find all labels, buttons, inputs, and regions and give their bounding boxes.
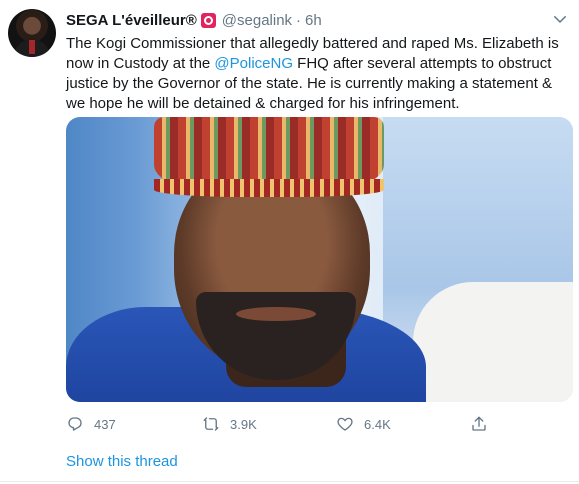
tweet-text-line: now in Custody at the @PoliceNG FHQ afte… <box>66 54 566 74</box>
retweet-button[interactable]: 3.9K <box>202 412 257 436</box>
tweet-photo[interactable] <box>66 117 573 402</box>
photo-mouth <box>236 307 316 321</box>
photo-shirt <box>413 282 573 402</box>
mention-link[interactable]: @PoliceNG <box>214 55 293 72</box>
action-bar: 437 3.9K 6.4K <box>66 412 496 436</box>
share-icon <box>472 416 486 431</box>
reply-icon <box>68 417 82 431</box>
chevron-down-icon[interactable] <box>551 10 569 28</box>
retweet-icon <box>203 417 219 431</box>
timestamp[interactable]: 6h <box>305 12 322 29</box>
siren-icon <box>200 12 216 28</box>
share-button[interactable] <box>470 412 488 436</box>
like-button[interactable]: 6.4K <box>336 412 391 436</box>
avatar[interactable] <box>8 9 56 57</box>
tweet-text-segment: FHQ after several attempts to obstruct <box>293 55 552 72</box>
heart-icon <box>337 417 353 431</box>
reply-button[interactable]: 437 <box>66 412 116 436</box>
reply-count: 437 <box>94 416 116 432</box>
display-name[interactable]: SEGA L'éveilleur® <box>66 12 197 29</box>
tweet-text-line: we hope he will be detained & charged fo… <box>66 95 460 112</box>
tweet-text-line: The Kogi Commissioner that allegedly bat… <box>66 35 559 52</box>
tweet[interactable]: SEGA L'éveilleur® @segalink · 6h The Kog… <box>0 0 579 484</box>
separator-dot: · <box>296 11 302 29</box>
divider <box>0 481 579 482</box>
retweet-count: 3.9K <box>230 416 257 432</box>
like-count: 6.4K <box>364 416 391 432</box>
avatar-tie <box>29 40 35 54</box>
tweet-text-segment: now in Custody at the <box>66 55 215 72</box>
user-handle[interactable]: @segalink <box>222 12 292 29</box>
tweet-text-line: justice by the Governor of the state. He… <box>66 75 553 92</box>
photo-cap <box>154 117 384 197</box>
tweet-header: SEGA L'éveilleur® @segalink · 6h <box>66 10 322 30</box>
show-thread-link[interactable]: Show this thread <box>66 453 178 470</box>
tweet-text: The Kogi Commissioner that allegedly bat… <box>66 34 566 114</box>
